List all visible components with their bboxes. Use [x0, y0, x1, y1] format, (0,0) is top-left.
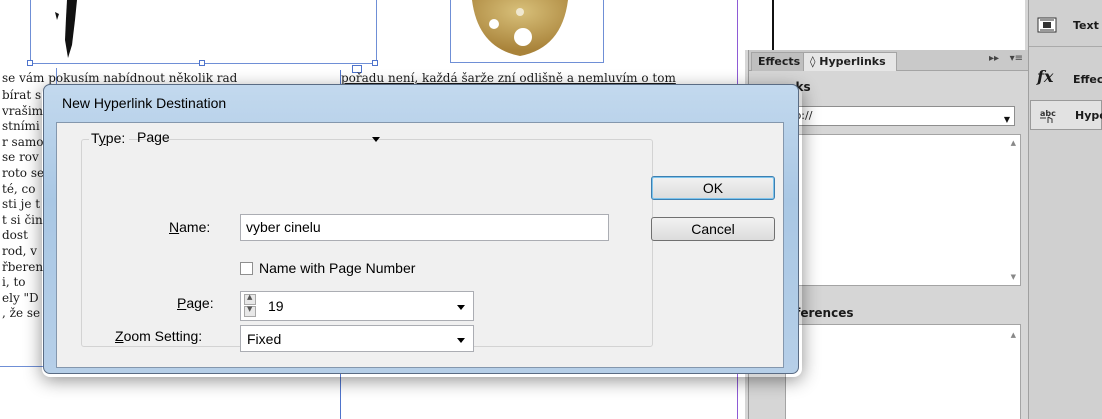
collapsed-panel-dock: Text fx Effec abc Hype [1028, 0, 1102, 419]
tab-hyperlinks[interactable]: ◊ Hyperlinks [803, 52, 897, 71]
name-with-page-number-label[interactable]: Name with Page Number [259, 260, 415, 276]
zoom-setting-value: Fixed [247, 331, 282, 347]
page-label: Page: [177, 295, 214, 311]
black-image-fragment [55, 0, 77, 58]
name-with-page-number-checkbox[interactable] [240, 262, 253, 275]
frame-handle[interactable] [199, 60, 205, 66]
dock-item-hyperlinks[interactable]: abc Hype [1030, 100, 1102, 130]
chevron-down-icon[interactable] [372, 137, 380, 142]
panel-top-strip [745, 0, 1025, 50]
hyperlinks-list[interactable]: ▲ ▼ [785, 134, 1021, 286]
panel-menu-icon[interactable]: ▾≡ [1010, 53, 1023, 64]
cancel-button[interactable]: Cancel [651, 217, 775, 241]
frame-handle[interactable] [27, 60, 33, 66]
stepper-up-button[interactable]: ▲ [244, 293, 256, 305]
type-label-text: Type: [91, 130, 126, 146]
dock-item-text-wrap[interactable]: Text [1029, 10, 1102, 40]
panel-divider [772, 0, 774, 50]
text-wrap-icon [1037, 17, 1057, 33]
tab-effects[interactable]: Effects [751, 52, 808, 71]
cymbal-image [472, 0, 568, 56]
frame-handle[interactable] [372, 60, 378, 66]
new-hyperlink-destination-dialog: New Hyperlink Destination Type: Page Nam… [43, 84, 799, 374]
chevron-down-icon[interactable] [457, 338, 465, 343]
hyperlink-icon: abc [1040, 109, 1056, 123]
scroll-up-icon[interactable]: ▲ [1011, 139, 1016, 147]
paragraph-line: se vám pokusím nabídnout několik rad [2, 71, 238, 85]
page-value: 19 [268, 298, 284, 314]
stepper-up-icon: ▲ [247, 293, 253, 301]
scroll-down-icon[interactable]: ▼ [1011, 273, 1016, 281]
zoom-setting-select[interactable]: Fixed [240, 325, 474, 352]
tab-grip-icon: ◊ [810, 55, 820, 68]
ok-button[interactable]: OK [651, 176, 775, 200]
type-label: Type: [89, 130, 130, 146]
svg-text:abc: abc [1040, 109, 1056, 118]
stepper-down-icon: ▼ [247, 305, 253, 313]
page-select[interactable]: ▲ ▼ 19 [240, 291, 474, 321]
type-value: Page [137, 129, 170, 145]
dialog-title: New Hyperlink Destination [62, 95, 227, 111]
name-label: Name: [169, 219, 211, 235]
name-input[interactable]: vyber cinelu [240, 214, 609, 241]
type-select[interactable]: Page [135, 126, 397, 150]
dock-divider [1029, 46, 1102, 47]
dock-label: Effec [1073, 73, 1102, 86]
dock-item-effects[interactable]: fx Effec [1029, 64, 1102, 94]
stepper-down-button[interactable]: ▼ [244, 305, 256, 317]
page-stepper[interactable]: ▲ ▼ [244, 293, 256, 318]
cross-references-list[interactable]: ▲ [785, 324, 1021, 419]
dialog-body: Type: Page Name: vyber cinelu Name with … [56, 122, 784, 368]
zoom-setting-label: Zoom Setting: [115, 328, 203, 344]
paragraph-line: pořadu není, každá šarže zní odlišně a n… [341, 71, 676, 85]
dock-label: Hype [1075, 109, 1102, 122]
tab-hyperlinks-label: Hyperlinks [819, 55, 886, 68]
chevron-down-icon[interactable]: ▼ [1004, 111, 1010, 129]
url-field[interactable]: tp:// ▼ [785, 106, 1015, 126]
fx-icon: fx [1037, 67, 1054, 86]
chevron-down-icon[interactable] [457, 305, 465, 310]
collapse-panel-icon[interactable]: ▸▸ [989, 53, 999, 64]
dock-label: Text [1073, 19, 1099, 32]
panel-tab-bar: Effects ◊ Hyperlinks ▸▸ ▾≡ [749, 50, 1029, 71]
scroll-up-icon[interactable]: ▲ [1011, 331, 1016, 339]
